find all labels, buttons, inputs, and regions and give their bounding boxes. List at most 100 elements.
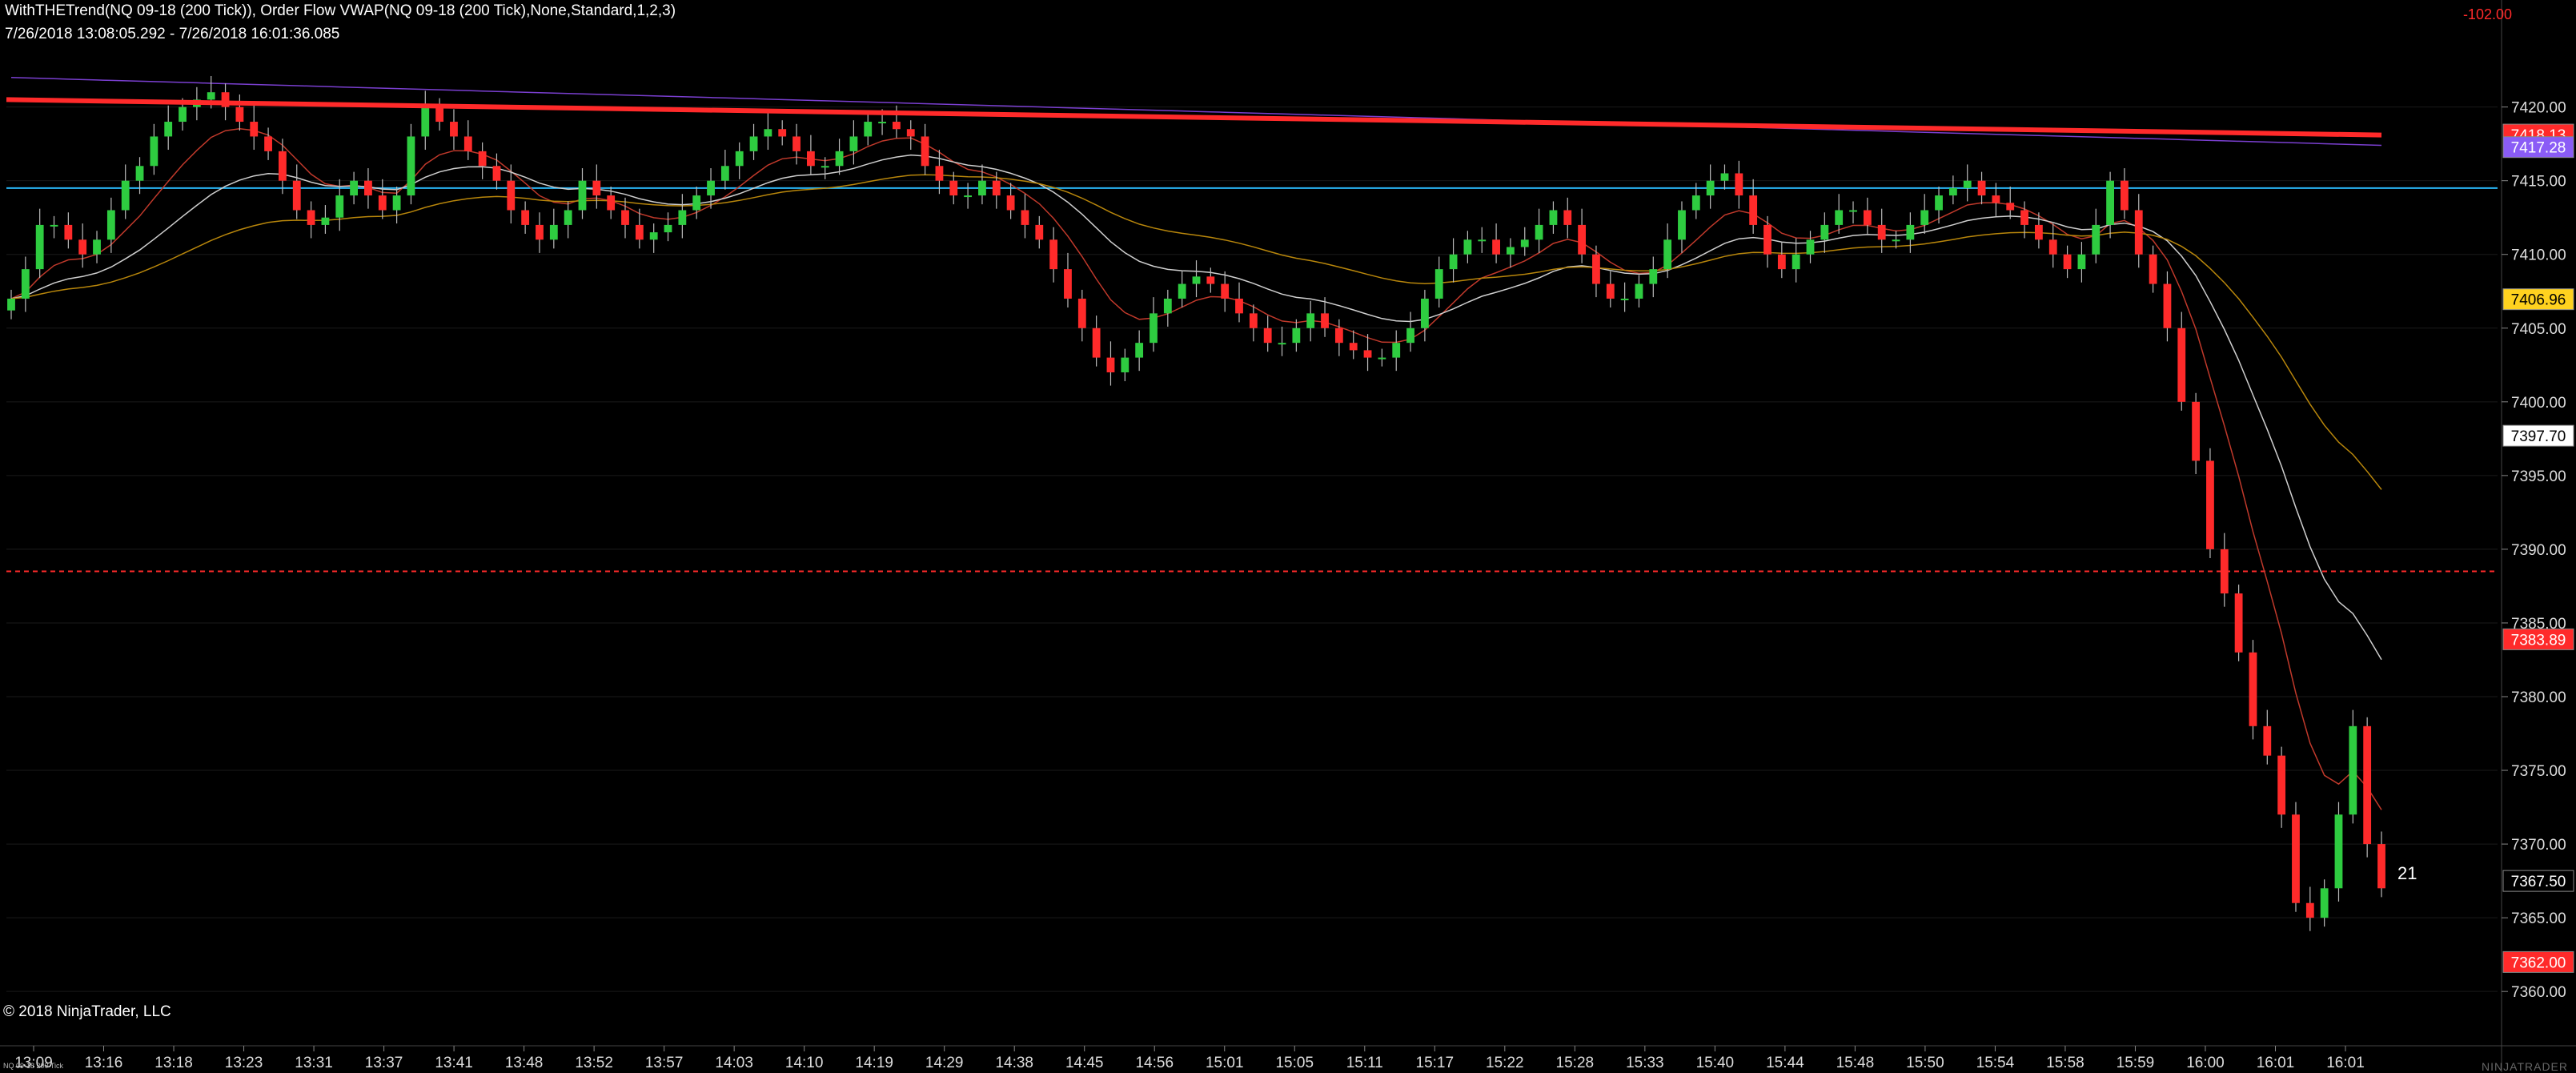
y-tick-label: 7410.00 — [2511, 247, 2566, 264]
x-tick-label: 14:03 — [715, 1055, 753, 1071]
candle — [450, 122, 458, 137]
instrument-caption: NQ 09-18 200 Tick — [3, 1062, 64, 1070]
candle — [1520, 239, 1529, 247]
candle — [1906, 224, 1915, 240]
candle — [1178, 283, 1186, 299]
candle — [1777, 254, 1786, 270]
candle — [1077, 298, 1086, 328]
candle — [1021, 210, 1029, 225]
candle — [1620, 298, 1629, 300]
candle — [536, 224, 544, 240]
y-tick-label: 7415.00 — [2511, 174, 2566, 191]
x-tick-label: 16:01 — [2326, 1055, 2365, 1071]
candle — [2020, 210, 2028, 225]
red-trend-line — [6, 97, 2382, 138]
candle — [478, 151, 487, 167]
x-tick-label: 15:58 — [2046, 1055, 2084, 1071]
price-marker-label: 7397.70 — [2511, 428, 2566, 445]
candle — [1792, 254, 1800, 270]
candle — [1877, 224, 1886, 240]
x-tick-label: 15:28 — [1556, 1055, 1595, 1071]
candle — [964, 195, 973, 198]
candle — [250, 122, 259, 137]
candle — [664, 224, 672, 233]
candle — [749, 136, 758, 151]
candle — [2363, 725, 2372, 845]
x-tick-label: 13:48 — [505, 1055, 544, 1071]
time-axis[interactable]: 13:09 13:16 13:18 13:23 13:31 13:37 13:41 13:48… — [0, 1045, 2576, 1071]
candle — [1492, 239, 1500, 255]
candle — [2320, 888, 2329, 918]
candlesticks — [7, 75, 2385, 931]
candle — [1334, 328, 1343, 344]
x-tick-label: 13:52 — [575, 1055, 613, 1071]
candle — [1691, 195, 1700, 211]
candle — [1720, 173, 1729, 181]
price-axis[interactable]: 7420.00 7415.00 7410.00 7405.00 7400.00 7395.… — [2501, 0, 2566, 1072]
candle — [621, 210, 629, 225]
candle — [678, 210, 687, 225]
candle — [635, 224, 644, 240]
y-tick-label: 7400.00 — [2511, 395, 2566, 412]
candle — [2121, 180, 2129, 211]
candle — [435, 106, 444, 123]
candle — [21, 269, 30, 299]
candle — [1478, 239, 1487, 242]
candle — [592, 180, 601, 196]
candle — [1735, 173, 1743, 196]
candle — [1392, 343, 1401, 358]
x-tick-label: 15:05 — [1275, 1055, 1314, 1071]
trend-line[interactable] — [6, 97, 2382, 138]
candle — [1663, 239, 1672, 270]
candle — [64, 224, 73, 240]
candle — [720, 166, 729, 181]
candle — [1948, 187, 1957, 196]
candle — [949, 180, 958, 196]
price-chart[interactable]: 7420.00 7415.00 7410.00 7405.00 7400.00 7395.… — [0, 0, 2576, 1072]
y-tick-label: 7370.00 — [2511, 837, 2566, 854]
candle — [992, 180, 1001, 196]
candle — [1092, 328, 1101, 358]
candle — [2192, 401, 2201, 461]
candle — [835, 151, 844, 167]
candle — [921, 136, 929, 167]
candle — [307, 210, 315, 225]
candle — [1049, 239, 1058, 270]
candle — [50, 224, 58, 227]
x-tick-label: 13:57 — [645, 1055, 684, 1071]
y-tick-label: 7360.00 — [2511, 984, 2566, 1001]
candle — [878, 122, 886, 124]
candle — [364, 180, 372, 196]
candle — [1306, 313, 1315, 328]
candle — [1420, 298, 1429, 328]
candle — [207, 92, 215, 100]
ema-fast-line — [10, 127, 2382, 810]
candle — [407, 136, 415, 196]
candle — [1507, 247, 1515, 255]
candle — [2334, 814, 2343, 889]
candle — [1977, 180, 1986, 196]
candle — [935, 166, 944, 181]
candle — [1406, 328, 1414, 344]
candle — [707, 180, 715, 196]
candle — [1606, 283, 1615, 299]
candle — [264, 136, 272, 151]
x-tick-label: 14:19 — [855, 1055, 893, 1071]
candle — [2292, 814, 2300, 903]
candle — [906, 129, 915, 137]
x-tick-label: 13:41 — [435, 1055, 473, 1071]
candle — [179, 106, 187, 123]
x-tick-label: 15:33 — [1626, 1055, 1664, 1071]
candle — [1535, 224, 1543, 240]
candle — [106, 210, 115, 240]
candle — [893, 122, 901, 130]
candle — [1920, 210, 1929, 225]
candle — [649, 232, 658, 240]
candle — [507, 180, 516, 211]
candle — [1863, 210, 1872, 225]
candle — [1378, 357, 1386, 360]
candle — [864, 122, 873, 137]
candle — [764, 129, 772, 137]
candle — [335, 195, 344, 218]
candle — [849, 136, 858, 151]
